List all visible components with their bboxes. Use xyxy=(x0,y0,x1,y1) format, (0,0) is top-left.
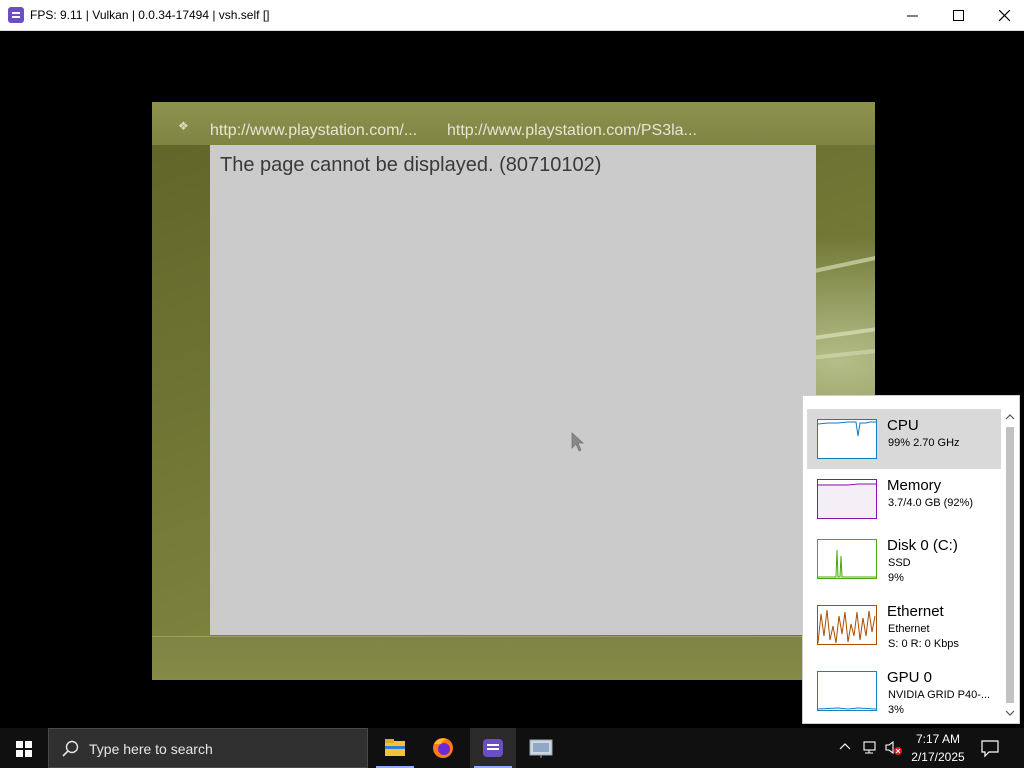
taskbar-app-rpcs3[interactable] xyxy=(470,728,516,768)
taskbar: Type here to search 7:17 AM 2/17/2025 xyxy=(0,728,1024,768)
perf-item-cpu[interactable]: CPU 99% 2.70 GHz xyxy=(807,409,1001,469)
perf-item-gpu[interactable]: GPU 0 NVIDIA GRID P40-... 3% xyxy=(807,661,1001,721)
browser-icon: ❖ xyxy=(178,119,189,133)
xmb-wave-decoration xyxy=(811,348,875,360)
search-icon xyxy=(62,740,79,757)
clock-date: 2/17/2025 xyxy=(911,750,965,764)
file-explorer-icon xyxy=(385,739,405,756)
start-button[interactable] xyxy=(0,728,48,768)
perf-item-sub: NVIDIA GRID P40-... xyxy=(888,689,991,701)
taskbar-search-box[interactable]: Type here to search xyxy=(48,728,368,768)
cpu-graph xyxy=(817,419,877,459)
taskbar-clock[interactable]: 7:17 AM 2/17/2025 xyxy=(904,730,972,766)
browser-bottom-bar xyxy=(152,636,875,680)
notification-icon[interactable] xyxy=(980,738,1000,758)
perf-item-name: GPU 0 xyxy=(887,669,933,686)
emulator-viewport[interactable]: ❖ http://www.playstation.com/... http://… xyxy=(152,102,875,680)
minimize-button[interactable] xyxy=(890,0,936,31)
firefox-icon xyxy=(433,738,453,758)
perf-item-name: CPU xyxy=(887,417,919,434)
close-button[interactable] xyxy=(982,0,1024,31)
scroll-down-icon[interactable] xyxy=(1005,708,1015,718)
browser-url-bar[interactable]: ❖ http://www.playstation.com/... http://… xyxy=(152,102,875,145)
taskbar-app-file-explorer[interactable] xyxy=(372,728,418,768)
perf-item-sub: 3.7/4.0 GB (92%) xyxy=(888,497,973,509)
network-icon[interactable] xyxy=(862,740,880,756)
perf-item-name: Ethernet xyxy=(887,603,944,620)
performance-panel: CPU 99% 2.70 GHz Memory 3.7/4.0 GB (92%)… xyxy=(802,395,1020,724)
perf-item-name: Disk 0 (C:) xyxy=(887,537,958,554)
taskbar-app-firefox[interactable] xyxy=(420,728,466,768)
perf-scrollbar[interactable] xyxy=(1003,409,1017,721)
perf-item-sub: Ethernet xyxy=(888,623,930,635)
browser-page[interactable]: The page cannot be displayed. (80710102) xyxy=(210,145,816,635)
perf-item-memory[interactable]: Memory 3.7/4.0 GB (92%) xyxy=(807,469,1001,529)
network-app-icon xyxy=(529,739,553,758)
perf-item-sub: 3% xyxy=(888,704,904,716)
clock-time: 7:17 AM xyxy=(915,732,961,746)
gpu-graph xyxy=(817,671,877,711)
error-message: The page cannot be displayed. (80710102) xyxy=(220,154,602,176)
perf-item-sub: S: 0 R: 0 Kbps xyxy=(888,638,959,650)
rpcs3-app-icon xyxy=(8,7,24,23)
scrollbar-thumb[interactable] xyxy=(1006,427,1014,703)
chevron-up-icon[interactable] xyxy=(838,740,852,754)
rpcs3-icon xyxy=(483,739,503,757)
memory-graph xyxy=(817,479,877,519)
perf-item-sub: SSD xyxy=(888,557,911,569)
maximize-button[interactable] xyxy=(936,0,982,31)
taskbar-app-network[interactable] xyxy=(518,728,564,768)
mouse-cursor-icon xyxy=(571,432,585,452)
disk-graph xyxy=(817,539,877,579)
xmb-wave-decoration xyxy=(812,254,875,274)
search-placeholder: Type here to search xyxy=(89,741,213,757)
scroll-up-icon[interactable] xyxy=(1005,412,1015,422)
window-title: FPS: 9.11 | Vulkan | 0.0.34-17494 | vsh.… xyxy=(30,8,270,22)
volume-muted-icon[interactable] xyxy=(885,740,903,756)
perf-item-name: Memory xyxy=(887,477,942,494)
perf-item-ethernet[interactable]: Ethernet Ethernet S: 0 R: 0 Kbps xyxy=(807,595,1001,655)
ethernet-graph xyxy=(817,605,877,645)
perf-item-sub: 9% xyxy=(888,572,904,584)
url-left[interactable]: http://www.playstation.com/... xyxy=(210,122,417,140)
window-titlebar[interactable]: FPS: 9.11 | Vulkan | 0.0.34-17494 | vsh.… xyxy=(0,0,1024,31)
windows-logo-icon xyxy=(16,741,23,748)
url-right[interactable]: http://www.playstation.com/PS3la... xyxy=(447,122,697,140)
perf-item-sub: 99% 2.70 GHz xyxy=(888,437,960,449)
perf-item-disk[interactable]: Disk 0 (C:) SSD 9% xyxy=(807,529,1001,589)
screen: FPS: 9.11 | Vulkan | 0.0.34-17494 | vsh.… xyxy=(0,0,1024,768)
